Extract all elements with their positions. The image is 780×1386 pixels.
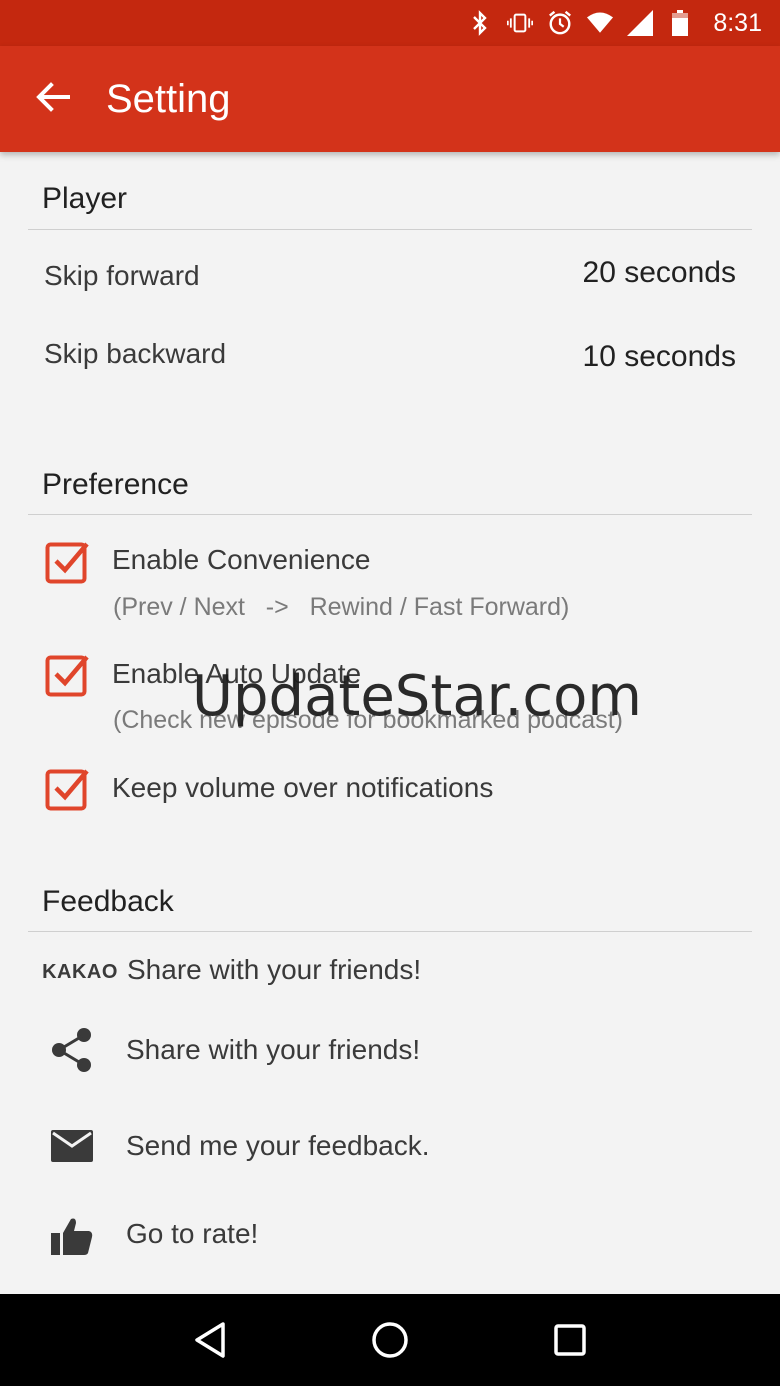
keep-volume-checkbox[interactable] [45, 765, 91, 811]
feedback-label: Send me your feedback. [126, 1130, 430, 1161]
system-nav-bar [0, 1294, 780, 1386]
kakao-logo-icon: KAKAO [42, 960, 118, 983]
skip-forward-value: 20 seconds [582, 256, 736, 289]
enable-auto-update-checkbox[interactable] [45, 651, 91, 697]
vibrate-icon [507, 10, 534, 36]
nav-back-button[interactable] [180, 1310, 240, 1370]
enable-convenience-row[interactable]: Enable Convenience (Prev / Next -> Rewin… [0, 530, 780, 630]
keep-volume-row[interactable]: Keep volume over notifications [0, 758, 780, 822]
status-time: 8:31 [713, 8, 762, 37]
skip-backward-label: Skip backward [44, 338, 227, 369]
kakao-share-row[interactable]: KAKAO Share with your friends! [0, 942, 780, 998]
app-bar: Setting [0, 46, 780, 152]
rate-row[interactable]: Go to rate! [0, 1204, 780, 1270]
enable-convenience-label: Enable Convenience [112, 544, 371, 575]
home-circle-icon [372, 1322, 408, 1358]
feedback-row[interactable]: Send me your feedback. [0, 1114, 780, 1180]
keep-volume-label: Keep volume over notifications [112, 772, 494, 803]
recents-square-icon [554, 1324, 586, 1356]
back-button[interactable] [0, 46, 106, 152]
skip-forward-label: Skip forward [44, 260, 200, 291]
rate-label: Go to rate! [126, 1218, 259, 1249]
enable-convenience-checkbox[interactable] [45, 538, 91, 584]
share-row[interactable]: Share with your friends! [0, 1018, 780, 1084]
enable-convenience-subtext: (Prev / Next -> Rewind / Fast Forward) [113, 593, 570, 621]
bluetooth-icon [467, 10, 493, 36]
share-label: Share with your friends! [126, 1034, 421, 1065]
share-icon [46, 1024, 98, 1076]
status-bar: 8:31 [0, 0, 780, 46]
thumbs-up-icon [46, 1210, 98, 1262]
signal-icon [627, 10, 654, 36]
arrow-back-icon [36, 81, 70, 117]
skip-backward-value: 10 seconds [582, 340, 736, 373]
wifi-icon [587, 10, 614, 36]
kakao-share-label: Share with your friends! [127, 954, 422, 985]
nav-recents-button[interactable] [540, 1310, 600, 1370]
alarm-icon [547, 10, 573, 36]
skip-forward-row[interactable]: Skip forward 20 seconds [28, 238, 752, 312]
section-header-preference: Preference [28, 468, 752, 515]
mail-icon [46, 1120, 98, 1172]
section-header-feedback: Feedback [28, 885, 752, 932]
nav-home-button[interactable] [360, 1310, 420, 1370]
skip-backward-row[interactable]: Skip backward 10 seconds [28, 318, 752, 392]
back-triangle-icon [195, 1322, 225, 1358]
watermark: UpdateStar.com [192, 664, 642, 729]
page-title: Setting [106, 76, 231, 121]
section-header-player: Player [28, 182, 752, 230]
battery-icon [667, 10, 693, 36]
